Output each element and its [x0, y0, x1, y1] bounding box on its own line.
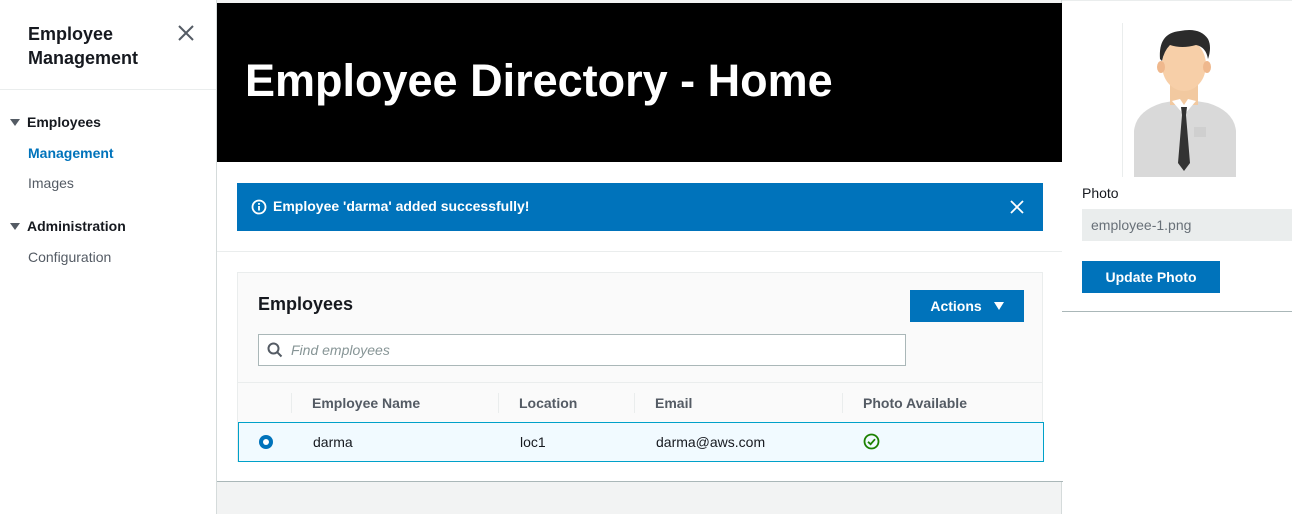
info-icon [251, 199, 267, 215]
column-separator [291, 393, 292, 413]
flash-message-text: Employee 'darma' added successfully! [273, 198, 530, 214]
update-photo-button[interactable]: Update Photo [1082, 261, 1220, 293]
column-header-location[interactable]: Location [519, 383, 577, 423]
section-employees-label: Employees [27, 114, 101, 130]
row-select-radio[interactable] [259, 435, 273, 449]
photo-label: Photo [1082, 185, 1119, 201]
cell-email: darma@aws.com [656, 434, 766, 450]
column-separator [842, 393, 843, 413]
column-header-email[interactable]: Email [655, 383, 692, 423]
close-icon[interactable] [176, 23, 196, 43]
column-header-name[interactable]: Employee Name [312, 383, 420, 423]
section-administration[interactable]: Administration [10, 218, 126, 234]
sidebar-item-configuration[interactable]: Configuration [28, 249, 111, 265]
page-header: Employee Directory - Home [217, 3, 1063, 162]
column-header-photo-available[interactable]: Photo Available [863, 383, 967, 423]
flash-message: Employee 'darma' added successfully! [237, 183, 1043, 231]
caret-down-icon [10, 118, 20, 126]
cell-location: loc1 [520, 434, 546, 450]
table-row[interactable]: darma loc1 darma@aws.com [238, 422, 1044, 462]
sidebar-title: Employee Management [28, 24, 139, 68]
photo-filename-field[interactable] [1082, 209, 1292, 241]
content-area: Employee 'darma' added successfully! Emp… [217, 162, 1063, 482]
column-separator [634, 393, 635, 413]
sidebar-header: Employee Management [0, 0, 216, 90]
divider [217, 251, 1063, 252]
column-separator [498, 393, 499, 413]
caret-down-icon [10, 222, 20, 230]
avatar-image [1122, 23, 1236, 177]
sidebar-item-images[interactable]: Images [28, 175, 74, 191]
table-header: Employee Name Location Email Photo Avail… [238, 382, 1042, 422]
actions-button[interactable]: Actions [910, 290, 1024, 322]
main-content: Employee Directory - Home Employee 'darm… [216, 0, 1063, 514]
search-input[interactable] [291, 335, 891, 365]
page-title: Employee Directory - Home [245, 55, 833, 106]
sidebar-item-management[interactable]: Management [28, 145, 114, 161]
check-circle-icon [863, 433, 880, 450]
search-box [258, 334, 906, 366]
search-icon [267, 342, 283, 358]
cell-name: darma [313, 434, 353, 450]
close-icon[interactable] [1009, 199, 1025, 215]
section-administration-label: Administration [27, 218, 126, 234]
caret-down-icon [993, 302, 1004, 310]
details-panel: Photo Update Photo [1062, 0, 1292, 312]
side-navigation: Employee Management Employees Management… [0, 0, 216, 514]
section-employees[interactable]: Employees [10, 114, 101, 130]
actions-label: Actions [930, 298, 982, 314]
panel-title: Employees [258, 294, 354, 314]
employees-table-panel: Employees Actions Employee Name Location… [237, 272, 1044, 462]
